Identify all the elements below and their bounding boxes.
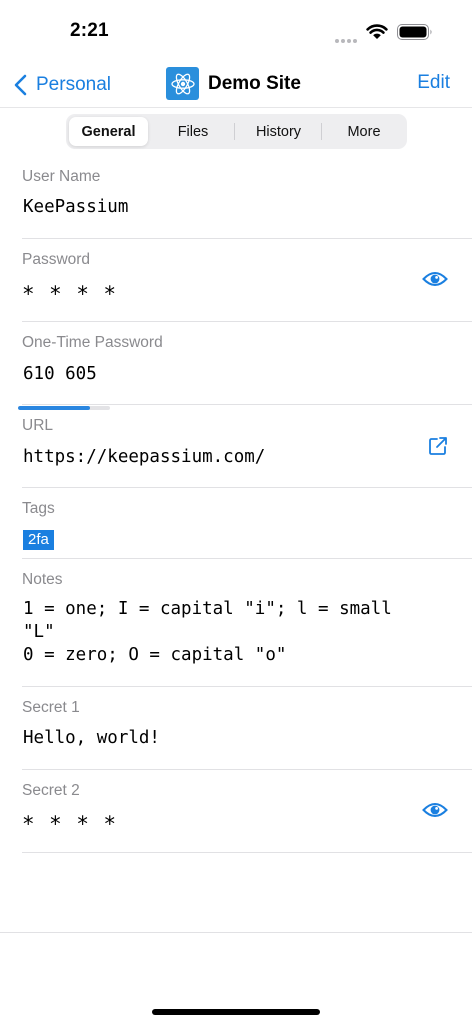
field-label: One-Time Password [22,334,163,351]
tab-divider [234,123,235,140]
back-button[interactable]: Personal [12,70,111,100]
tab-divider [321,123,322,140]
signal-dots-icon [335,30,361,43]
wifi-icon [366,24,388,39]
otp-value[interactable]: 610 605 [23,364,97,384]
secret-2-value[interactable]: * * * * [23,812,120,836]
back-button-label: Personal [36,74,111,95]
toolbar-separator [0,932,472,933]
field-tags: Tags 2fa [22,488,472,559]
status-time: 2:21 [70,20,109,41]
field-label: Tags [22,500,55,517]
entry-icon [166,67,199,100]
tab-history[interactable]: History [236,117,321,146]
open-external-icon[interactable] [428,436,448,456]
field-secret-2[interactable]: Secret 2 * * * * [22,770,472,853]
password-value[interactable]: * * * * [23,282,120,306]
entry-title-group: Demo Site [166,67,301,100]
username-value[interactable]: KeePassium [23,197,128,217]
page-title: Demo Site [208,72,301,94]
field-password[interactable]: Password * * * * [22,239,472,322]
field-url[interactable]: URL https://keepassium.com/ [22,405,472,488]
navigation-bar: Personal Demo Site Edit [0,62,472,108]
field-notes[interactable]: Notes 1 = one; I = capital "i"; l = smal… [22,559,472,687]
field-secret-1[interactable]: Secret 1 Hello, world! [22,687,472,770]
home-indicator[interactable] [152,1009,320,1015]
field-label: URL [22,417,54,434]
edit-button[interactable]: Edit [417,72,450,94]
eye-icon[interactable] [422,270,448,288]
field-label: User Name [22,168,101,185]
field-otp[interactable]: One-Time Password 610 605 [18,322,472,410]
field-label: Notes [22,571,63,588]
section-tabs: General Files History More [66,114,407,149]
tag-chip[interactable]: 2fa [23,530,54,550]
notes-line: 1 = one; I = capital "i"; l = small [23,599,392,619]
url-value[interactable]: https://keepassium.com/ [23,447,265,467]
tab-more[interactable]: More [323,117,405,146]
entry-viewer-screen: 2:21 Personal Demo Site Edit General Fil… [0,0,472,1024]
field-username[interactable]: User Name KeePassium [22,160,472,239]
notes-line: 0 = zero; O = capital "o" [23,645,287,665]
status-bar: 2:21 [0,0,472,62]
secret-1-value[interactable]: Hello, world! [23,728,160,748]
atom-icon [170,73,195,94]
tab-files[interactable]: Files [152,117,234,146]
field-label: Password [22,251,91,268]
eye-icon[interactable] [422,801,448,819]
notes-line: "L" [23,622,55,642]
battery-icon [397,24,432,40]
field-label: Secret 1 [22,699,80,716]
tab-general[interactable]: General [69,117,148,146]
chevron-left-icon [14,74,27,96]
field-label: Secret 2 [22,782,80,799]
